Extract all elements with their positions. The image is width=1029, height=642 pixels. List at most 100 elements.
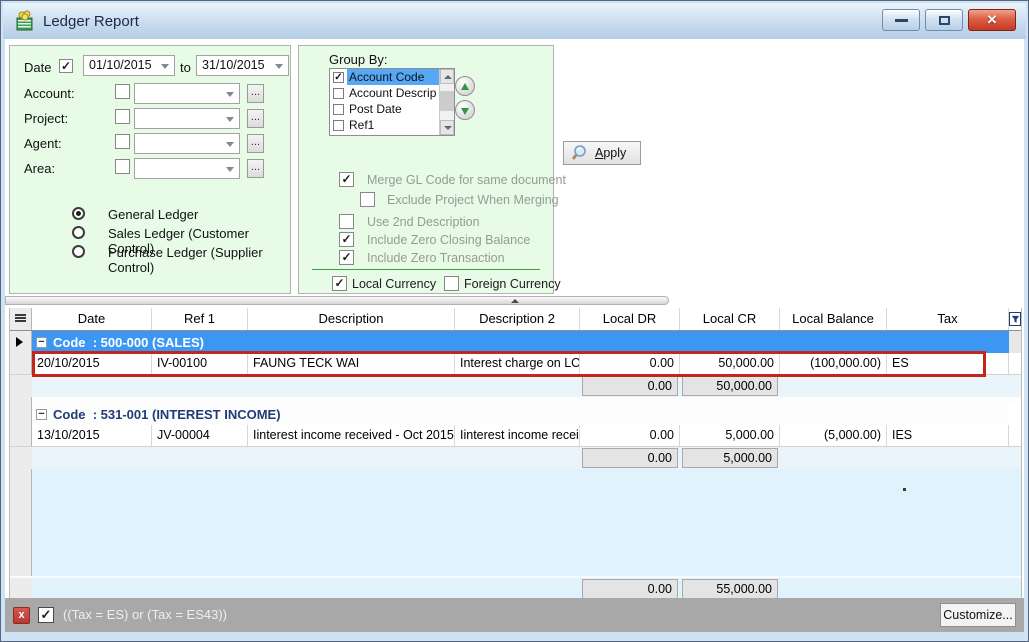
group-by-label: Group By: bbox=[329, 52, 388, 67]
column-header-description2[interactable]: Description 2 bbox=[455, 308, 580, 330]
account-combo[interactable] bbox=[134, 83, 240, 104]
column-header-date[interactable]: Date bbox=[32, 308, 152, 330]
move-up-button[interactable] bbox=[455, 76, 475, 96]
date-to-combo[interactable]: 31/10/2015 bbox=[196, 55, 289, 76]
cell-date[interactable]: 20/10/2015 bbox=[32, 353, 152, 374]
customize-button[interactable]: Customize... bbox=[940, 603, 1016, 627]
scroll-up-button[interactable] bbox=[440, 69, 454, 84]
group-header-sales[interactable]: Code : 500-000 (SALES) bbox=[32, 331, 1009, 353]
cell-local-balance[interactable]: (100,000.00) bbox=[780, 353, 887, 374]
collapse-icon[interactable] bbox=[36, 409, 47, 420]
area-browse-button[interactable]: ... bbox=[247, 159, 264, 178]
group-by-item-ref1[interactable]: Ref1 bbox=[330, 117, 454, 133]
general-ledger-label: General Ledger bbox=[108, 207, 198, 222]
collapse-up-icon bbox=[511, 299, 519, 303]
cell-ref1[interactable]: IV-00100 bbox=[152, 353, 248, 374]
cell-local-dr[interactable]: 0.00 bbox=[580, 353, 680, 374]
include-zero-transaction-checkbox[interactable] bbox=[339, 250, 354, 265]
cell-local-dr[interactable]: 0.00 bbox=[580, 425, 680, 446]
merge-gl-code-checkbox[interactable] bbox=[339, 172, 354, 187]
foreign-currency-label: Foreign Currency bbox=[464, 277, 561, 291]
project-browse-button[interactable]: ... bbox=[247, 109, 264, 128]
collapse-icon[interactable] bbox=[36, 337, 47, 348]
table-row[interactable]: 13/10/2015 JV-00004 Iinterest income rec… bbox=[10, 425, 1021, 447]
foreign-currency-checkbox[interactable] bbox=[444, 276, 459, 291]
general-ledger-radio[interactable] bbox=[72, 207, 85, 220]
grid-filter-button[interactable] bbox=[1009, 308, 1021, 330]
cell-description[interactable]: Iinterest income received - Oct 2015 bbox=[248, 425, 455, 446]
account-description-checkbox[interactable] bbox=[333, 88, 344, 99]
group-row-sales[interactable]: Code : 500-000 (SALES) bbox=[10, 331, 1021, 353]
magnifier-icon bbox=[569, 144, 589, 162]
account-checkbox[interactable] bbox=[115, 84, 130, 99]
account-code-checkbox[interactable] bbox=[333, 72, 344, 83]
group-by-list[interactable]: Account Code Account Descrip Post Date R… bbox=[329, 68, 455, 136]
cell-tax[interactable]: IES bbox=[887, 425, 1009, 446]
table-row[interactable]: 20/10/2015 IV-00100 FAUNG TECK WAI Inter… bbox=[10, 353, 1021, 375]
agent-browse-button[interactable]: ... bbox=[247, 134, 264, 153]
close-button[interactable]: × bbox=[968, 9, 1016, 31]
agent-label: Agent: bbox=[24, 136, 62, 151]
column-header-local-dr[interactable]: Local DR bbox=[580, 308, 680, 330]
project-label: Project: bbox=[24, 111, 68, 126]
cell-description2[interactable]: Iinterest income received... bbox=[455, 425, 580, 446]
merge-gl-code-label: Merge GL Code for same document bbox=[367, 173, 566, 187]
scroll-up-icon bbox=[444, 75, 452, 79]
column-chooser-button[interactable] bbox=[10, 308, 32, 330]
column-header-tax[interactable]: Tax bbox=[887, 308, 1009, 330]
apply-button[interactable]: Apply bbox=[563, 141, 641, 165]
scroll-thumb[interactable] bbox=[440, 91, 454, 111]
include-zero-transaction-label: Include Zero Transaction bbox=[367, 251, 505, 265]
cell-local-balance[interactable]: (5,000.00) bbox=[780, 425, 887, 446]
date-from-combo[interactable]: 01/10/2015 bbox=[83, 55, 175, 76]
maximize-button[interactable] bbox=[925, 9, 963, 31]
account-code-label: Account Code bbox=[347, 69, 454, 85]
post-date-checkbox[interactable] bbox=[333, 104, 344, 115]
chevron-down-icon bbox=[226, 117, 234, 122]
area-combo[interactable] bbox=[134, 158, 240, 179]
date-to-value: 31/10/2015 bbox=[202, 58, 265, 72]
account-browse-button[interactable]: ... bbox=[247, 84, 264, 103]
column-header-local-balance[interactable]: Local Balance bbox=[780, 308, 887, 330]
panel-splitter-scrollbar[interactable] bbox=[5, 296, 669, 305]
ref1-checkbox[interactable] bbox=[333, 120, 344, 131]
local-currency-checkbox[interactable]: ✓ bbox=[332, 276, 347, 291]
column-header-ref1[interactable]: Ref 1 bbox=[152, 308, 248, 330]
project-checkbox[interactable] bbox=[115, 109, 130, 124]
group-by-item-post-date[interactable]: Post Date bbox=[330, 101, 454, 117]
minimize-button[interactable] bbox=[882, 9, 920, 31]
include-zero-closing-checkbox[interactable] bbox=[339, 232, 354, 247]
cell-ref1[interactable]: JV-00004 bbox=[152, 425, 248, 446]
filter-enabled-checkbox[interactable] bbox=[38, 607, 54, 623]
grid-empty-area bbox=[10, 469, 1021, 576]
cell-description2[interactable]: Interest charge on LOAN bbox=[455, 353, 580, 374]
scroll-down-button[interactable] bbox=[440, 120, 454, 135]
purchase-ledger-radio[interactable] bbox=[72, 245, 85, 258]
date-checkbox[interactable] bbox=[59, 59, 73, 73]
local-currency-label: Local Currency bbox=[352, 277, 436, 291]
cell-local-cr[interactable]: 5,000.00 bbox=[680, 425, 780, 446]
remove-filter-button[interactable]: x bbox=[13, 607, 30, 624]
list-scrollbar[interactable] bbox=[439, 69, 454, 135]
account-description-label: Account Descrip bbox=[347, 85, 454, 101]
exclude-project-checkbox[interactable] bbox=[360, 192, 375, 207]
project-combo[interactable] bbox=[134, 108, 240, 129]
group-by-item-account-description[interactable]: Account Descrip bbox=[330, 85, 454, 101]
agent-checkbox[interactable] bbox=[115, 134, 130, 149]
cell-local-cr[interactable]: 50,000.00 bbox=[680, 353, 780, 374]
apply-label: Apply bbox=[595, 146, 626, 160]
group-header-interest-income[interactable]: Code : 531-001 (INTEREST INCOME) bbox=[32, 403, 1009, 425]
agent-combo[interactable] bbox=[134, 133, 240, 154]
cell-description[interactable]: FAUNG TECK WAI bbox=[248, 353, 455, 374]
move-down-button[interactable] bbox=[455, 100, 475, 120]
column-header-description[interactable]: Description bbox=[248, 308, 455, 330]
group-row-interest-income[interactable]: Code : 531-001 (INTEREST INCOME) bbox=[10, 403, 1021, 425]
cell-tax[interactable]: ES bbox=[887, 353, 1009, 374]
group-by-item-account-code[interactable]: Account Code bbox=[330, 69, 454, 85]
cell-date[interactable]: 13/10/2015 bbox=[32, 425, 152, 446]
sales-ledger-radio[interactable] bbox=[72, 226, 85, 239]
use-2nd-description-checkbox[interactable] bbox=[339, 214, 354, 229]
column-header-local-cr[interactable]: Local CR bbox=[680, 308, 780, 330]
title-bar[interactable]: Ledger Report × bbox=[3, 3, 1026, 39]
area-checkbox[interactable] bbox=[115, 159, 130, 174]
